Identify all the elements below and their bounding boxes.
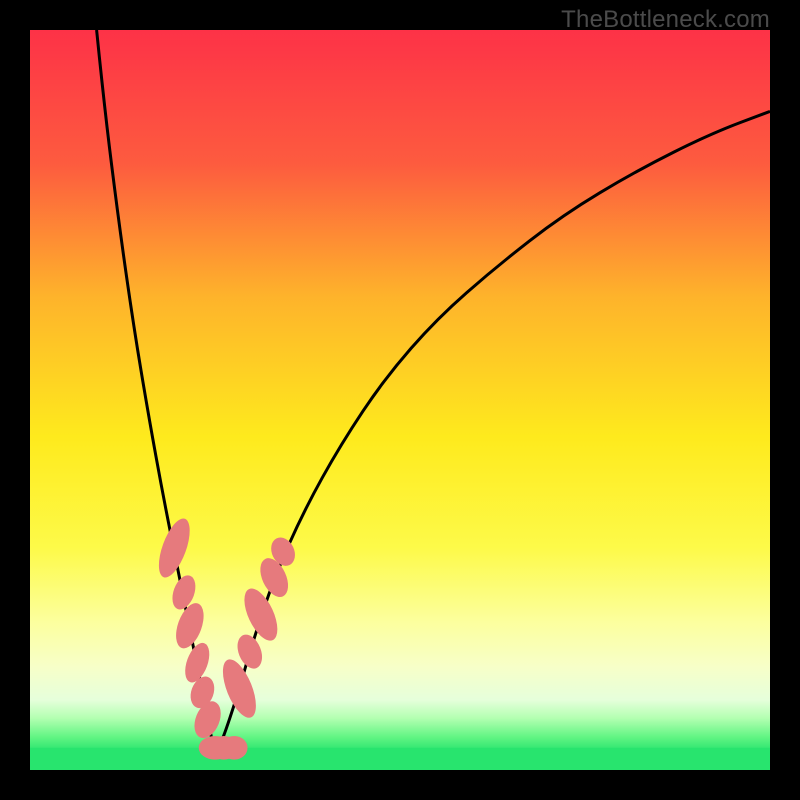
gradient-background <box>30 30 770 770</box>
optimal-band <box>30 748 770 770</box>
chart-plot-area <box>30 30 770 770</box>
data-marker <box>221 736 248 760</box>
bottleneck-chart-svg <box>30 30 770 770</box>
